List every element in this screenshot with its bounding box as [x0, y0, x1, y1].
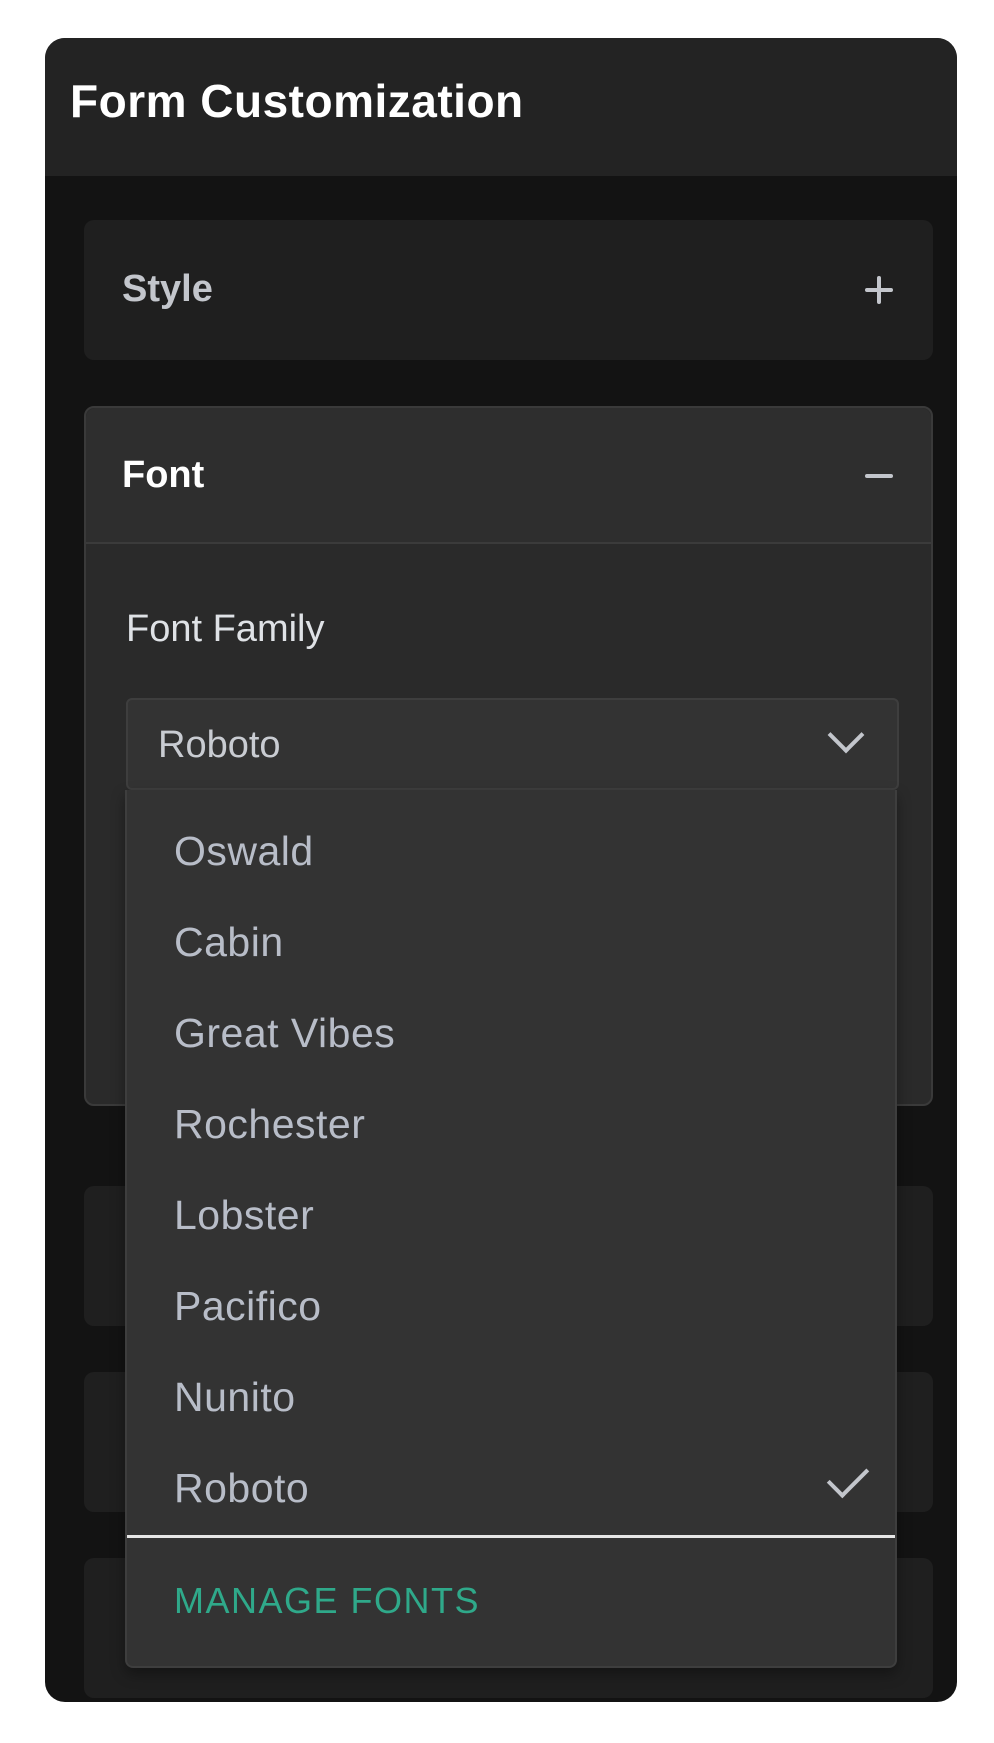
- checkmark-icon: [826, 1455, 870, 1499]
- font-option-roboto[interactable]: Roboto: [174, 1465, 309, 1512]
- plus-icon[interactable]: [865, 276, 893, 304]
- font-family-label: Font Family: [126, 608, 325, 650]
- font-option-oswald[interactable]: Oswald: [174, 828, 314, 875]
- panel-header: Form Customization: [45, 38, 957, 176]
- chevron-down-icon[interactable]: [827, 716, 865, 754]
- font-option-lobster[interactable]: Lobster: [174, 1192, 314, 1239]
- minus-icon[interactable]: [865, 462, 893, 490]
- font-section-title: Font: [122, 454, 205, 496]
- font-option-rochester[interactable]: Rochester: [174, 1101, 365, 1148]
- font-option-cabin[interactable]: Cabin: [174, 919, 284, 966]
- font-section-header[interactable]: Font: [86, 408, 931, 544]
- font-option-pacifico[interactable]: Pacifico: [174, 1283, 322, 1330]
- font-family-dropdown: Oswald Cabin Great Vibes Rochester Lobst…: [125, 790, 897, 1668]
- dropdown-divider: [127, 1535, 895, 1538]
- style-section[interactable]: Style: [84, 220, 933, 360]
- font-family-select[interactable]: Roboto: [126, 698, 899, 790]
- font-option-great-vibes[interactable]: Great Vibes: [174, 1010, 395, 1057]
- panel-title: Form Customization: [70, 75, 524, 127]
- font-family-selected-value: Roboto: [158, 724, 281, 766]
- style-section-title: Style: [122, 268, 213, 310]
- font-option-nunito[interactable]: Nunito: [174, 1374, 296, 1421]
- manage-fonts-button[interactable]: MANAGE FONTS: [174, 1580, 480, 1622]
